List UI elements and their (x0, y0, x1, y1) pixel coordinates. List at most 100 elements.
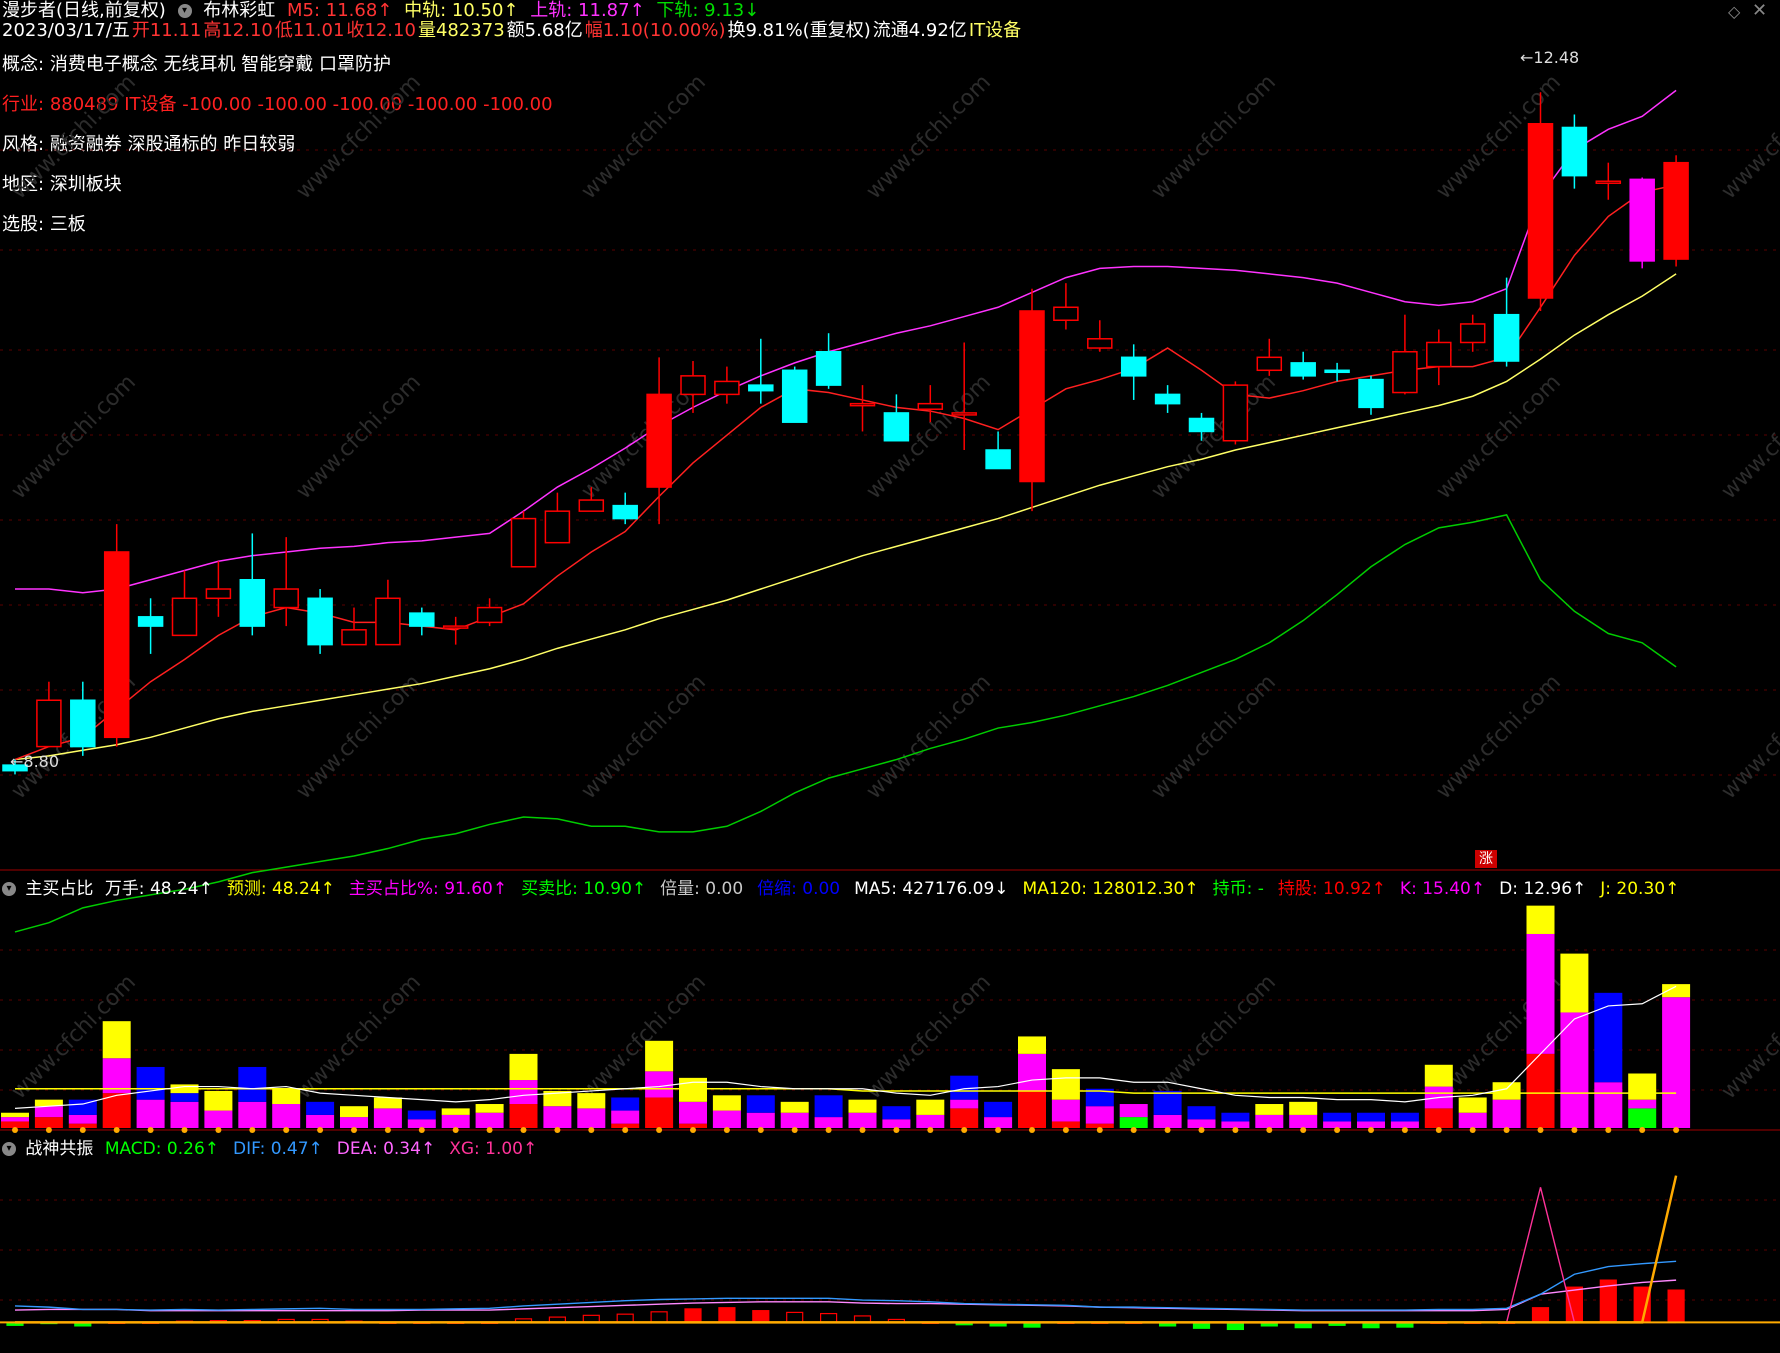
volume-bar-segment (1424, 1064, 1453, 1087)
candle (985, 449, 1011, 470)
macd-histogram-bar (650, 1311, 668, 1323)
pane3-item: DIF: 0.47↑ (233, 1139, 323, 1159)
pane3-settings-icon[interactable]: ▾ (2, 1142, 16, 1156)
volume-bar-segment (848, 1112, 877, 1128)
pane2-item: 买卖比: 10.90↑ (521, 879, 647, 899)
candle (781, 369, 808, 423)
ma5-line (14, 184, 1677, 761)
pane2-item: 主买占比%: 91.60↑ (348, 879, 508, 899)
volume-bar-segment (882, 1106, 911, 1120)
volume-bar-segment (1, 1112, 29, 1118)
candle (1527, 123, 1554, 299)
watermark-text: www.cfchi.com (292, 70, 426, 204)
candle (36, 699, 62, 748)
volume-bar-segment (1221, 1112, 1250, 1122)
volume-bar-segment (950, 1108, 979, 1128)
volume-bar-segment (1153, 1090, 1182, 1115)
signal-dot (1062, 1127, 1069, 1133)
volume-bar-segment (645, 1071, 674, 1098)
volume-bar-segment (1153, 1114, 1182, 1128)
candle (1392, 351, 1418, 394)
volume-bar-segment (136, 1066, 165, 1100)
volume-bar-segment (1187, 1106, 1216, 1120)
pane2-item: J: 20.30↑ (1600, 879, 1680, 899)
pane3-item: MACD: 0.26↑ (104, 1139, 219, 1159)
volume-bar-segment (1119, 1104, 1148, 1118)
signal-dot (1232, 1127, 1239, 1133)
candle (1324, 369, 1350, 374)
volume-bar-segment (577, 1108, 606, 1128)
high-price-marker: ←12.48 (1520, 48, 1580, 67)
volume-bar-segment (1255, 1104, 1284, 1115)
signal-dot (1435, 1127, 1442, 1133)
volume-bar-segment (170, 1101, 199, 1128)
signal-dot (927, 1127, 934, 1133)
volume-bar-segment (34, 1117, 63, 1128)
candle (578, 499, 605, 512)
signal-dot (1639, 1127, 1646, 1133)
signal-dot (1164, 1127, 1171, 1133)
watermark-text: www.cfchi.com (862, 370, 996, 504)
volume-bar-segment (1018, 1036, 1046, 1054)
signal-dot (825, 1127, 832, 1133)
pane2-item: 持币: - (1212, 879, 1264, 899)
volume-bar-segment (34, 1106, 63, 1118)
signal-dot (215, 1127, 222, 1133)
volume-bar-segment (1628, 1099, 1657, 1109)
pane2-name[interactable]: 主买占比 (25, 879, 93, 899)
signal-dot (656, 1127, 663, 1133)
candle (1222, 384, 1249, 442)
pane2-item: 倍量: 0.00 (660, 879, 744, 899)
watermark-text: www.cfchi.com (1147, 370, 1281, 504)
volume-bar-segment (373, 1097, 402, 1109)
signal-dot (1537, 1127, 1544, 1133)
signal-dot (418, 1127, 425, 1133)
volume-bar-segment (780, 1101, 809, 1113)
volume-bar-segment (645, 1040, 674, 1072)
signal-dot (249, 1127, 256, 1133)
volume-bar-segment (340, 1106, 368, 1118)
volume-bar-segment (848, 1099, 877, 1113)
volume-bar-segment (272, 1088, 301, 1105)
dea-line (14, 1279, 1677, 1312)
volume-bar-segment (916, 1099, 945, 1115)
candle (815, 351, 842, 386)
candle (1493, 313, 1520, 362)
volume-bar-segment (102, 1021, 131, 1059)
candle (137, 616, 164, 627)
volume-bar-segment (1119, 1117, 1148, 1128)
watermark-text: www.cfchi.com (292, 370, 426, 504)
signal-dot (520, 1127, 527, 1133)
volume-bar-segment (407, 1110, 436, 1120)
signal-dot (1198, 1127, 1205, 1133)
signal-dot (1401, 1127, 1408, 1133)
pane3-name[interactable]: 战神共振 (25, 1139, 93, 1159)
signal-dot (757, 1127, 764, 1133)
volume-bar-segment (238, 1066, 267, 1102)
volume-bar-segment (1628, 1108, 1657, 1128)
volume-bar-segment (1289, 1114, 1318, 1128)
volume-bar-segment (1424, 1108, 1453, 1128)
volume-bar-segment (1458, 1097, 1487, 1113)
pane2-item: 持股: 10.92↑ (1277, 879, 1386, 899)
candle (1154, 393, 1181, 405)
candle (1256, 356, 1283, 372)
pane2-item: 万手: 48.24↑ (104, 879, 213, 899)
candle (1290, 362, 1316, 377)
candle (714, 380, 740, 396)
watermark-text: www.cfchi.com (862, 70, 996, 204)
volume-bar-segment (1051, 1069, 1080, 1100)
volume-bar-segment (272, 1104, 301, 1128)
pane2-settings-icon[interactable]: ▾ (2, 882, 16, 896)
volume-bar-segment (1492, 1099, 1521, 1128)
signal-dot (283, 1127, 290, 1133)
volume-bar-segment (984, 1101, 1013, 1118)
volume-bar-segment (475, 1112, 504, 1128)
pane3-item: XG: 1.00↑ (449, 1139, 538, 1159)
macd-histogram-bar (718, 1307, 736, 1323)
volume-bar-segment (746, 1112, 775, 1128)
candle (171, 597, 198, 637)
volume-bar-segment (543, 1106, 572, 1128)
volume-bar-segment (611, 1110, 640, 1124)
pane2-item: MA120: 128012.30↑ (1022, 879, 1199, 899)
